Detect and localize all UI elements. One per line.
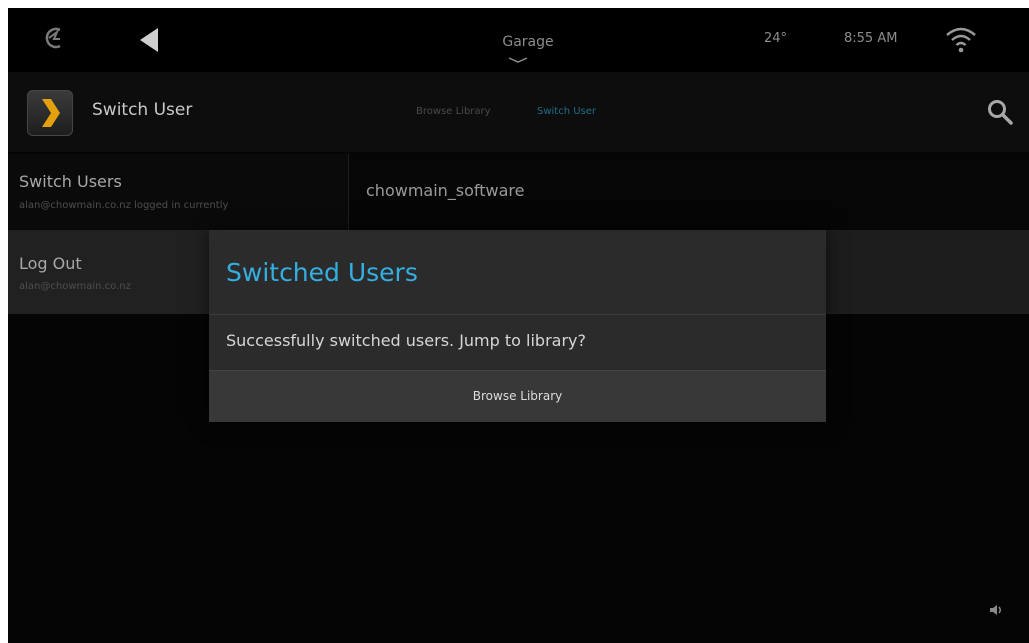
- plex-icon[interactable]: [27, 90, 73, 136]
- dialog-message: Successfully switched users. Jump to lib…: [226, 331, 586, 350]
- switched-users-dialog: Switched Users Successfully switched use…: [209, 230, 826, 422]
- touchscreen: Garage 24° 8:55 AM Switch User Browse Li…: [8, 8, 1029, 643]
- room-name[interactable]: Garage: [478, 34, 578, 50]
- control4-logo-icon[interactable]: [40, 24, 66, 52]
- menu-item-subtitle: alan@chowmain.co.nz logged in currently: [19, 200, 229, 211]
- temperature-readout: 24°: [764, 31, 788, 46]
- menu-item-switch-users[interactable]: Switch Users alan@chowmain.co.nz logged …: [8, 154, 348, 230]
- page-title: Switch User: [92, 100, 193, 120]
- account-row[interactable]: chowmain_software: [349, 154, 1029, 230]
- menu-item-subtitle: alan@chowmain.co.nz: [19, 281, 131, 292]
- status-bar: Garage 24° 8:55 AM: [8, 8, 1029, 72]
- account-name: chowmain_software: [366, 181, 525, 200]
- browse-library-button[interactable]: Browse Library: [209, 370, 826, 422]
- wifi-icon: [946, 27, 976, 53]
- breadcrumb-browse-library[interactable]: Browse Library: [416, 106, 491, 117]
- speaker-icon[interactable]: [988, 602, 1004, 618]
- dialog-divider: [209, 314, 826, 315]
- app-bar: Switch User Browse Library Switch User: [8, 72, 1029, 152]
- menu-item-title: Log Out: [19, 254, 82, 273]
- back-arrow-icon[interactable]: [134, 24, 166, 56]
- search-icon[interactable]: [986, 98, 1014, 126]
- selected-row-highlight: [826, 230, 1029, 314]
- chevron-down-icon[interactable]: [507, 56, 529, 64]
- breadcrumb-switch-user[interactable]: Switch User: [537, 106, 596, 117]
- clock: 8:55 AM: [844, 31, 898, 46]
- dialog-title: Switched Users: [226, 258, 418, 287]
- menu-item-title: Switch Users: [19, 172, 122, 191]
